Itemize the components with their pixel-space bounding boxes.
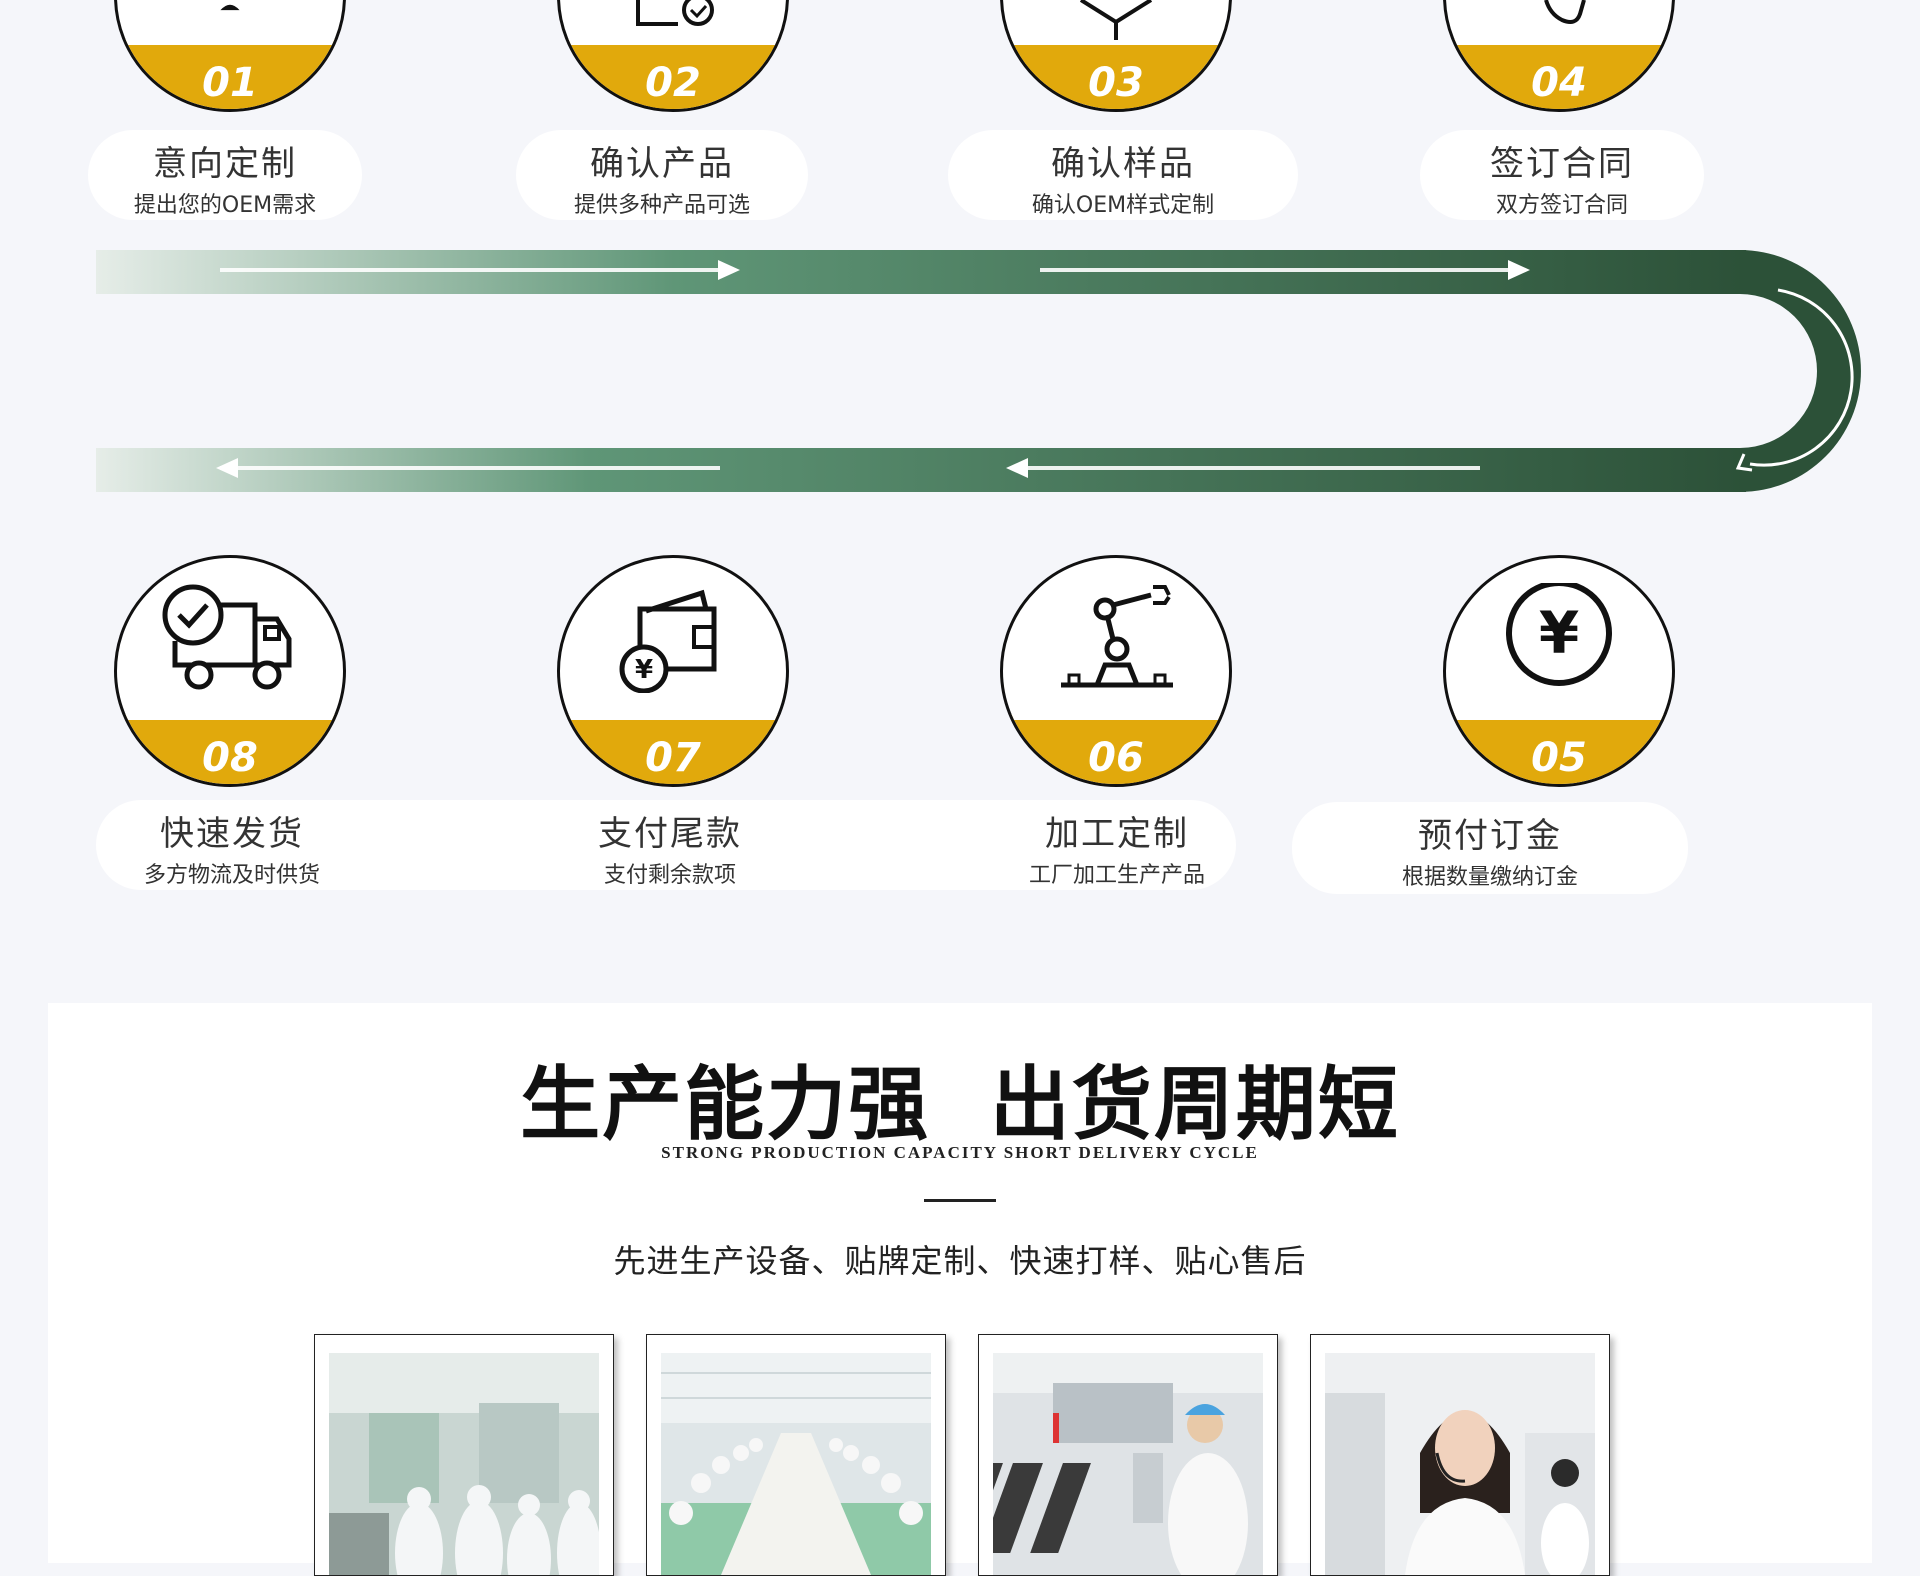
step-title: 预付订金 xyxy=(1418,816,1562,856)
step-label-01: 意向定制 提出您的OEM需求 xyxy=(88,130,362,220)
step-number: 08 xyxy=(202,735,258,781)
document-check-icon xyxy=(636,0,714,26)
step-label-05: 预付订金 根据数量缴纳订金 xyxy=(1292,802,1688,894)
production-line-photo xyxy=(661,1353,931,1575)
step-label-03: 确认样品 确认OEM样式定制 xyxy=(948,130,1298,220)
step-label-06: 加工定制 工厂加工生产产品 xyxy=(980,800,1254,890)
step-number: 06 xyxy=(1088,735,1144,781)
step-subtitle: 双方签订合同 xyxy=(1495,193,1628,218)
photo-card-2 xyxy=(646,1334,946,1576)
step-07: ¥ 07 xyxy=(553,551,793,791)
delivery-truck-icon xyxy=(162,584,292,690)
step-subtitle: 支付剩余款项 xyxy=(603,863,736,888)
step-label-04: 签订合同 双方签订合同 xyxy=(1420,130,1704,220)
step-subtitle: 工厂加工生产产品 xyxy=(1028,863,1205,888)
step-title: 确认产品 xyxy=(590,144,734,184)
photo-card-1 xyxy=(314,1334,614,1576)
step-title: 签订合同 xyxy=(1490,144,1634,184)
step-number: 04 xyxy=(1531,60,1587,106)
photo-card-3 xyxy=(978,1334,1278,1576)
cleanroom-workers-photo xyxy=(329,1353,599,1575)
lab-machine-photo xyxy=(993,1353,1263,1575)
step-title: 加工定制 xyxy=(1045,814,1189,854)
step-01: 01 xyxy=(110,0,350,116)
step-label-07: 支付尾款 支付剩余款项 xyxy=(540,800,800,890)
step-title: 意向定制 xyxy=(153,144,297,184)
section-subtitle: STRONG PRODUCTION CAPACITY SHORT DELIVER… xyxy=(661,1143,1259,1162)
customer-service-photo xyxy=(1325,1353,1595,1575)
wallet-icon: ¥ xyxy=(619,589,717,693)
box-icon xyxy=(1079,0,1153,40)
section-title: 生产能力强 出货周期短 xyxy=(520,1057,1400,1151)
step-04: 04 xyxy=(1439,0,1679,116)
section-description: 先进生产设备、贴牌定制、快速打样、贴心售后 xyxy=(613,1242,1307,1280)
step-title: 支付尾款 xyxy=(598,814,742,854)
process-track xyxy=(96,250,1861,492)
svg-text:¥: ¥ xyxy=(1539,599,1579,667)
step-08: 08 xyxy=(110,551,350,791)
photo-card-4 xyxy=(1310,1334,1610,1576)
robot-arm-icon xyxy=(1061,585,1173,688)
step-title: 快速发货 xyxy=(160,814,304,854)
svg-text:¥: ¥ xyxy=(635,655,653,685)
step-number: 01 xyxy=(202,60,258,106)
step-subtitle: 多方物流及时供货 xyxy=(143,863,320,888)
step-subtitle: 提供多种产品可选 xyxy=(573,193,750,218)
step-05: ¥ 05 xyxy=(1439,551,1679,791)
step-label-02: 确认产品 提供多种产品可选 xyxy=(516,130,808,220)
step-label-08: 快速发货 多方物流及时供货 xyxy=(96,800,368,890)
step-number: 07 xyxy=(645,735,701,781)
step-03: 03 xyxy=(996,0,1236,116)
step-number: 02 xyxy=(645,60,701,106)
step-title: 确认样品 xyxy=(1051,144,1195,184)
step-02: 02 xyxy=(553,0,793,116)
step-subtitle: 确认OEM样式定制 xyxy=(1031,193,1215,218)
step-number: 05 xyxy=(1531,735,1587,781)
handshake-icon xyxy=(1544,0,1586,24)
yuan-icon: ¥ xyxy=(1506,583,1612,686)
step-subtitle: 提出您的OEM需求 xyxy=(133,193,317,218)
step-number: 03 xyxy=(1088,60,1144,106)
step-06: 06 xyxy=(996,551,1236,791)
user-icon xyxy=(220,4,240,11)
step-subtitle: 根据数量缴纳订金 xyxy=(1401,865,1578,890)
title-divider xyxy=(924,1199,996,1202)
